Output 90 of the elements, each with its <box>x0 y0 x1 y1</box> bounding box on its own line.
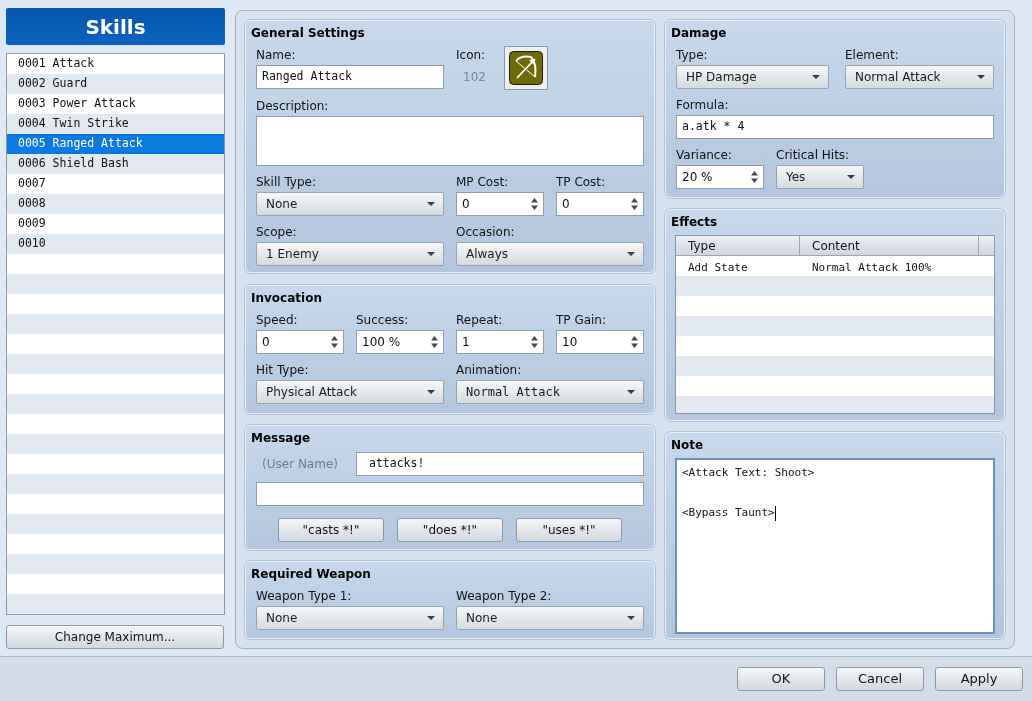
group-title: Invocation <box>251 290 322 307</box>
repeat-spinbox[interactable]: 1 <box>456 330 544 354</box>
table-cell: Normal Attack 100% <box>812 261 932 274</box>
variance-spinbox[interactable]: 20 % <box>676 165 764 189</box>
skill-list-item[interactable]: 0004 Twin Strike <box>7 114 224 134</box>
spin-arrows-icon <box>751 171 758 183</box>
icon-index: 102 <box>463 69 486 86</box>
success-spinbox[interactable]: 100 % <box>356 330 444 354</box>
field-label: Name: <box>256 47 296 63</box>
group-title: General Settings <box>251 25 365 42</box>
skill-list-item[interactable]: 0008 <box>7 194 224 214</box>
spin-arrows-icon <box>431 336 438 348</box>
preset-message-button[interactable]: "uses *!" <box>516 518 622 542</box>
hit-type-dropdown[interactable]: Physical Attack <box>256 380 444 404</box>
field-label: Success: <box>356 312 409 328</box>
field-label: Weapon Type 2: <box>456 588 552 604</box>
spin-arrows-icon <box>631 198 638 210</box>
column-header: Content <box>800 236 979 255</box>
caret-down-icon <box>627 390 635 394</box>
preset-message-button[interactable]: "does *!" <box>397 518 503 542</box>
group-title: Note <box>671 437 704 454</box>
animation-dropdown[interactable]: Normal Attack <box>456 380 644 404</box>
description-field[interactable] <box>256 116 644 166</box>
tp-cost-spinbox[interactable]: 0 <box>556 192 644 216</box>
group-title: Required Weapon <box>251 566 371 583</box>
field-label: Type: <box>676 47 708 63</box>
message-field[interactable]: attacks! <box>356 452 644 476</box>
icon-picker[interactable] <box>504 46 548 90</box>
field-label: Element: <box>845 47 899 63</box>
field-label: Skill Type: <box>256 174 316 190</box>
scope-dropdown[interactable]: 1 Enemy <box>256 242 444 266</box>
caret-down-icon <box>427 616 435 620</box>
caret-down-icon <box>427 252 435 256</box>
field-label: TP Cost: <box>556 174 606 190</box>
change-maximum-button[interactable]: Change Maximum... <box>6 625 224 649</box>
field-label: Variance: <box>676 147 732 163</box>
field-label: TP Gain: <box>556 312 606 328</box>
skill-list-item[interactable]: 0010 <box>7 234 224 254</box>
message-field[interactable] <box>256 482 644 506</box>
group-title: Effects <box>671 214 718 231</box>
preset-message-button[interactable]: "casts *!" <box>278 518 384 542</box>
element-dropdown[interactable]: Normal Attack <box>845 65 994 89</box>
caret-down-icon <box>627 616 635 620</box>
spin-arrows-icon <box>331 336 338 348</box>
name-field[interactable]: Ranged Attack <box>256 65 444 89</box>
table-cell: Add State <box>688 261 748 274</box>
group-title: Damage <box>671 25 727 42</box>
caret-down-icon <box>427 202 435 206</box>
field-label: Formula: <box>676 97 729 113</box>
field-label: Speed: <box>256 312 298 328</box>
ok-button[interactable]: OK <box>737 667 825 691</box>
group-title: Message <box>251 430 311 447</box>
user-name-label: (User Name) <box>262 456 338 473</box>
caret-down-icon <box>812 75 820 79</box>
field-label: Scope: <box>256 224 297 240</box>
field-label: Icon: <box>456 47 486 63</box>
field-label: Critical Hits: <box>776 147 850 163</box>
apply-button[interactable]: Apply <box>935 667 1023 691</box>
spin-arrows-icon <box>531 198 538 210</box>
field-label: Animation: <box>456 362 522 378</box>
skill-list-item[interactable]: 0002 Guard <box>7 74 224 94</box>
caret-down-icon <box>627 252 635 256</box>
field-label: MP Cost: <box>456 174 509 190</box>
skill-list-item[interactable]: 0006 Shield Bash <box>7 154 224 174</box>
mp-cost-spinbox[interactable]: 0 <box>456 192 544 216</box>
text-cursor-icon <box>774 505 776 521</box>
column-header: Type <box>676 236 800 255</box>
tp-gain-spinbox[interactable]: 10 <box>556 330 644 354</box>
speed-spinbox[interactable]: 0 <box>256 330 344 354</box>
skill-list-item[interactable]: 0005 Ranged Attack <box>7 134 224 154</box>
spin-arrows-icon <box>531 336 538 348</box>
cancel-button[interactable]: Cancel <box>836 667 924 691</box>
weapon-type-dropdown[interactable]: None <box>456 606 644 630</box>
field-label: Description: <box>256 98 329 114</box>
note-field[interactable]: <Attack Text: Shoot> <Bypass Taunt> <box>675 458 995 634</box>
formula-field[interactable]: a.atk * 4 <box>676 115 994 139</box>
weapon-type-dropdown[interactable]: None <box>256 606 444 630</box>
field-label: Repeat: <box>456 312 503 328</box>
caret-down-icon <box>977 75 985 79</box>
field-label: Weapon Type 1: <box>256 588 352 604</box>
field-label: Occasion: <box>456 224 515 240</box>
critical-hits-dropdown[interactable]: Yes <box>776 165 864 189</box>
field-label: Hit Type: <box>256 362 309 378</box>
occasion-dropdown[interactable]: Always <box>456 242 644 266</box>
caret-down-icon <box>427 390 435 394</box>
damage-type-dropdown[interactable]: HP Damage <box>676 65 829 89</box>
spin-arrows-icon <box>631 336 638 348</box>
caret-down-icon <box>847 175 855 179</box>
sidebar-title: Skills <box>85 13 146 41</box>
skill-type-dropdown[interactable]: None <box>256 192 444 216</box>
